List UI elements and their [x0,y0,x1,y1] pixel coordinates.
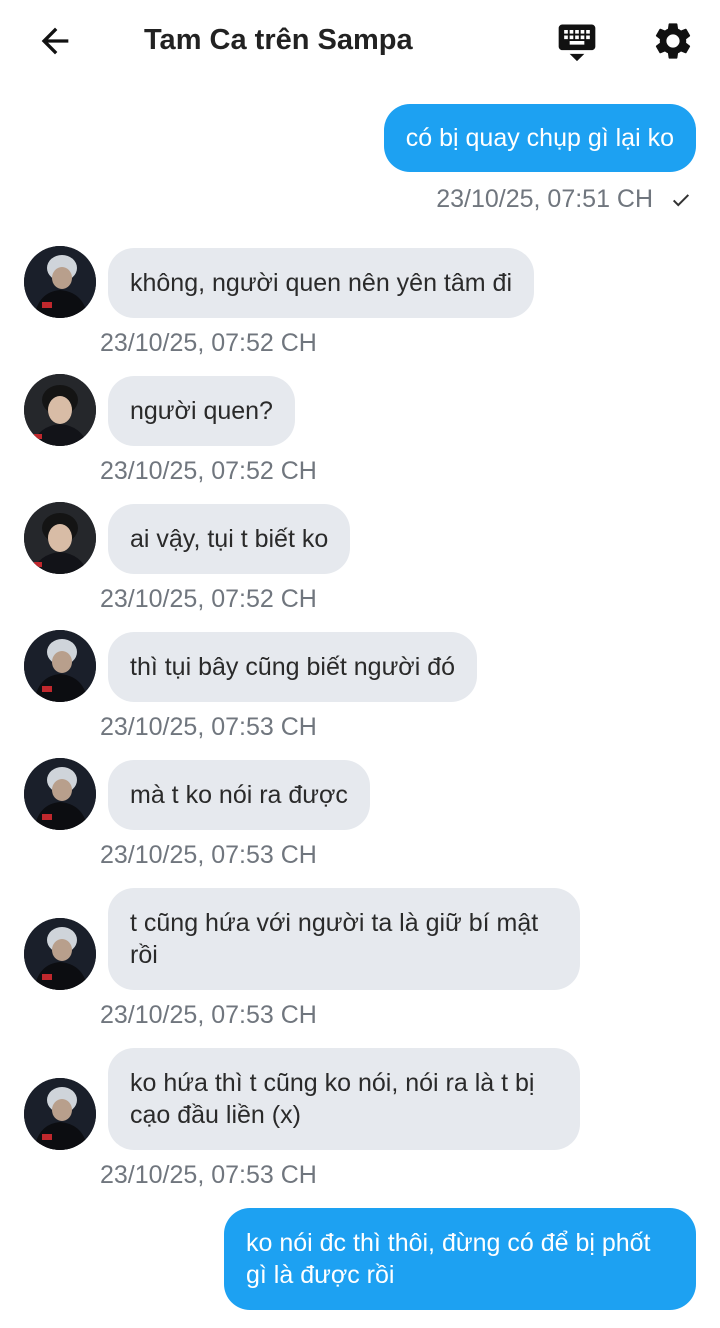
checkmark-icon [672,194,690,207]
message-text: ai vậy, tụi t biết ko [130,525,329,553]
incoming-message-bubble[interactable]: mà t ko nói ra được [108,760,370,830]
chat-header: Tam Ca trên Sampa [0,0,720,82]
avatar[interactable] [24,374,96,446]
back-button[interactable] [30,18,80,64]
message-text: người quen? [130,397,273,425]
incoming-message-bubble[interactable]: t cũng hứa với người ta là giữ bí mật rồ… [108,888,580,990]
settings-button[interactable] [646,14,700,68]
avatar[interactable] [24,758,96,830]
message-text: mà t ko nói ra được [130,781,348,809]
keyboard-button[interactable] [550,14,604,68]
chat-title: Tam Ca trên Sampa [144,24,413,56]
outgoing-message-bubble[interactable]: ko nói đc thì thôi, đừng có để bị phốt g… [224,1208,696,1310]
message-text: có bị quay chụp gì lại ko [405,124,674,152]
avatar-image [24,630,96,702]
message-text: thì tụi bây cũng biết người đó [130,653,455,681]
avatar[interactable] [24,246,96,318]
incoming-message-bubble[interactable]: ko hứa thì t cũng ko nói, nói ra là t bị… [108,1048,580,1150]
incoming-message-bubble[interactable]: thì tụi bây cũng biết người đó [108,632,477,702]
message-timestamp: 23/10/25, 07:52 CH [100,585,317,613]
message-text: t cũng hứa với người ta là giữ bí mật rồ… [130,909,539,969]
message-timestamp: 23/10/25, 07:53 CH [100,841,317,869]
keyboard-icon [558,24,596,62]
message-timestamp: 23/10/25, 07:53 CH [100,713,317,741]
avatar[interactable] [24,1078,96,1150]
avatar[interactable] [24,918,96,990]
avatar-image [24,918,96,990]
message-text: ko nói đc thì thôi, đừng có để bị phốt g… [246,1229,651,1289]
message-timestamp: 23/10/25, 07:52 CH [100,329,317,357]
avatar[interactable] [24,630,96,702]
avatar-image [24,374,96,446]
message-timestamp: 23/10/25, 07:51 CH [436,184,692,214]
avatar[interactable] [24,502,96,574]
outgoing-message-bubble[interactable]: có bị quay chụp gì lại ko [383,104,696,172]
message-text: ko hứa thì t cũng ko nói, nói ra là t bị… [130,1069,535,1129]
timestamp-text: 23/10/25, 07:51 CH [436,185,654,213]
message-text: không, người quen nên yên tâm đi [130,269,512,297]
incoming-message-bubble[interactable]: người quen? [108,376,295,446]
incoming-message-bubble[interactable]: không, người quen nên yên tâm đi [108,248,534,318]
message-timestamp: 23/10/25, 07:52 CH [100,457,317,485]
avatar-image [24,502,96,574]
incoming-message-bubble[interactable]: ai vậy, tụi t biết ko [108,504,351,574]
message-timestamp: 23/10/25, 07:53 CH [100,1001,317,1029]
gear-icon [655,23,691,59]
avatar-image [24,1078,96,1150]
avatar-image [24,758,96,830]
avatar-image [24,246,96,318]
arrow-left-icon [41,27,69,55]
message-timestamp: 23/10/25, 07:53 CH [100,1161,317,1189]
